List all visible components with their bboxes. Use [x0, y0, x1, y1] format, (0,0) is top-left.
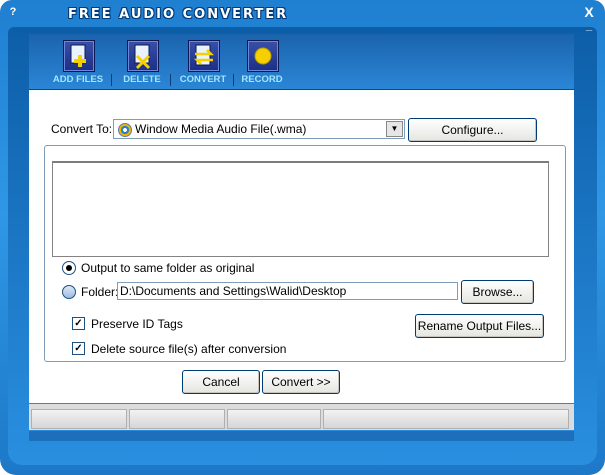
delete-icon — [127, 40, 159, 72]
rename-output-files-button[interactable]: Rename Output Files... — [415, 314, 544, 338]
minimize-icon[interactable]: _ — [586, 20, 592, 32]
status-panel — [227, 409, 321, 429]
browse-button[interactable]: Browse... — [461, 280, 534, 304]
format-select[interactable]: Window Media Audio File(.wma) ▼ — [113, 119, 405, 139]
status-panel — [31, 409, 127, 429]
delete-source-checkbox[interactable]: ✓ — [72, 342, 85, 355]
add-files-icon — [63, 40, 95, 72]
record-button[interactable]: RECORD — [237, 36, 287, 88]
status-panel — [323, 409, 569, 429]
close-button[interactable]: X _ — [581, 4, 597, 32]
close-icon: X — [584, 4, 594, 20]
toolbar-separator — [170, 74, 171, 86]
bottom-frame-strip — [29, 431, 574, 441]
delete-source-label: Delete source file(s) after conversion — [91, 342, 287, 356]
help-button[interactable]: ? — [6, 7, 20, 27]
window-title: FREE AUDIO CONVERTER — [68, 7, 289, 22]
delete-button[interactable]: DELETE — [118, 36, 166, 88]
preserve-id-tags-checkbox[interactable]: ✓ — [72, 317, 85, 330]
convert-icon — [188, 40, 220, 72]
cancel-button[interactable]: Cancel — [182, 370, 260, 394]
convert-to-label: Convert To: — [51, 122, 113, 136]
configure-button[interactable]: Configure... — [408, 118, 537, 142]
custom-folder-radio[interactable] — [62, 285, 76, 299]
status-bar — [29, 404, 574, 430]
convert-button-toolbar[interactable]: CONVERT — [176, 36, 230, 88]
folder-label: Folder: — [81, 285, 119, 299]
file-list[interactable] — [52, 161, 549, 257]
same-folder-label: Output to same folder as original — [81, 261, 255, 275]
toolbar-separator — [111, 74, 112, 86]
preserve-id-tags-label: Preserve ID Tags — [91, 317, 183, 331]
toolbar-label-convert: CONVERT — [179, 74, 227, 85]
record-icon — [247, 40, 279, 72]
toolbar-label-delete: DELETE — [123, 74, 161, 85]
chevron-down-icon[interactable]: ▼ — [386, 121, 403, 137]
toolbar: ADD FILES DELETE CONVERT RECORD — [29, 34, 574, 90]
convert-button[interactable]: Convert >> — [262, 370, 340, 394]
toolbar-label-record: RECORD — [241, 74, 283, 85]
format-select-value: Window Media Audio File(.wma) — [135, 122, 307, 136]
help-icon: ? — [9, 6, 17, 18]
same-folder-radio[interactable] — [62, 261, 76, 275]
toolbar-label-add-files: ADD FILES — [52, 74, 104, 85]
toolbar-separator — [233, 74, 234, 86]
folder-path-input[interactable]: D:\Documents and Settings\Walid\Desktop — [117, 282, 458, 300]
media-audio-icon — [118, 123, 132, 137]
status-panel — [129, 409, 225, 429]
add-files-button[interactable]: ADD FILES — [48, 36, 108, 88]
